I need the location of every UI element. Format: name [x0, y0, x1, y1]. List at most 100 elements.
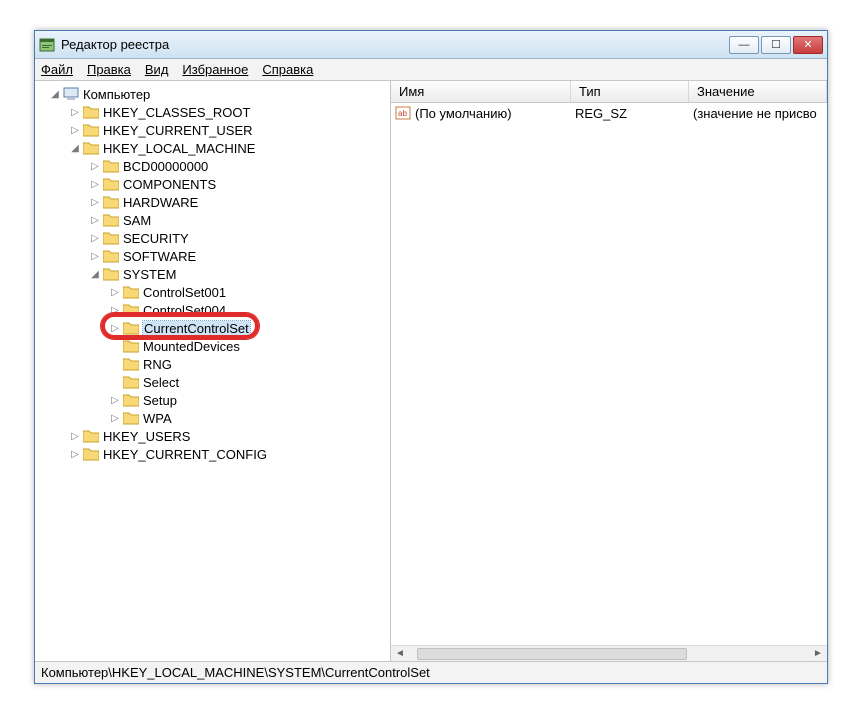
menubar: Файл Правка Вид Избранное Справка	[35, 59, 827, 81]
collapse-icon[interactable]: ◢	[89, 268, 101, 280]
tree-root-label: Компьютер	[83, 87, 150, 102]
tree-item-hkcr[interactable]: ▷ HKEY_CLASSES_ROOT	[37, 103, 388, 121]
minimize-button[interactable]: —	[729, 36, 759, 54]
horizontal-scrollbar[interactable]: ◄ ►	[391, 645, 827, 661]
collapse-icon[interactable]: ◢	[69, 142, 81, 154]
expand-icon[interactable]	[109, 358, 121, 370]
folder-icon	[83, 105, 99, 119]
tree-item-hardware[interactable]: ▷ HARDWARE	[37, 193, 388, 211]
menu-view[interactable]: Вид	[145, 62, 169, 77]
menu-edit[interactable]: Правка	[87, 62, 131, 77]
expand-icon[interactable]: ▷	[69, 448, 81, 460]
tree-root[interactable]: ◢ Компьютер	[37, 85, 388, 103]
folder-icon	[123, 357, 139, 371]
tree-item-bcd[interactable]: ▷ BCD00000000	[37, 157, 388, 175]
tree-item-currentcontrolset[interactable]: ▷ CurrentControlSet	[37, 319, 388, 337]
folder-icon	[83, 447, 99, 461]
expand-icon[interactable]: ▷	[89, 214, 101, 226]
close-button[interactable]: ✕	[793, 36, 823, 54]
computer-icon	[63, 87, 79, 101]
window-controls: — ☐ ✕	[729, 36, 823, 54]
tree-item-components[interactable]: ▷ COMPONENTS	[37, 175, 388, 193]
folder-icon	[123, 411, 139, 425]
tree-label: HKEY_USERS	[103, 429, 190, 444]
column-value[interactable]: Значение	[689, 81, 827, 102]
expand-icon[interactable]	[109, 340, 121, 352]
folder-icon	[123, 285, 139, 299]
string-value-icon: ab	[395, 105, 411, 121]
tree-label: SYSTEM	[123, 267, 176, 282]
folder-icon	[103, 177, 119, 191]
maximize-button[interactable]: ☐	[761, 36, 791, 54]
expand-icon[interactable]: ▷	[109, 304, 121, 316]
collapse-icon[interactable]: ◢	[49, 88, 61, 100]
tree-label: Select	[143, 375, 179, 390]
expand-icon[interactable]: ▷	[109, 286, 121, 298]
expand-icon[interactable]: ▷	[109, 322, 121, 334]
tree-item-hklm[interactable]: ◢ HKEY_LOCAL_MACHINE	[37, 139, 388, 157]
tree-item-mounteddevices[interactable]: MountedDevices	[37, 337, 388, 355]
values-pane: Имя Тип Значение ab (По умолчанию) REG_S…	[391, 81, 827, 661]
tree-item-hkcc[interactable]: ▷ HKEY_CURRENT_CONFIG	[37, 445, 388, 463]
column-name[interactable]: Имя	[391, 81, 571, 102]
tree-label-selected: CurrentControlSet	[143, 321, 250, 336]
app-icon	[39, 37, 55, 53]
tree-item-hkcu[interactable]: ▷ HKEY_CURRENT_USER	[37, 121, 388, 139]
expand-icon[interactable]: ▷	[89, 160, 101, 172]
folder-icon	[83, 123, 99, 137]
folder-icon	[123, 321, 139, 335]
expand-icon[interactable]: ▷	[89, 250, 101, 262]
statusbar: Компьютер\HKEY_LOCAL_MACHINE\SYSTEM\Curr…	[35, 661, 827, 683]
expand-icon[interactable]	[109, 376, 121, 388]
tree-item-cs004[interactable]: ▷ ControlSet004	[37, 301, 388, 319]
tree-item-select[interactable]: Select	[37, 373, 388, 391]
expand-icon[interactable]: ▷	[69, 106, 81, 118]
menu-help[interactable]: Справка	[262, 62, 313, 77]
tree-label: RNG	[143, 357, 172, 372]
expand-icon[interactable]: ▷	[89, 196, 101, 208]
expand-icon[interactable]: ▷	[69, 430, 81, 442]
expand-icon[interactable]: ▷	[89, 232, 101, 244]
tree-item-sam[interactable]: ▷ SAM	[37, 211, 388, 229]
menu-file[interactable]: Файл	[41, 62, 73, 77]
expand-icon[interactable]: ▷	[109, 394, 121, 406]
tree-item-cs001[interactable]: ▷ ControlSet001	[37, 283, 388, 301]
expand-icon[interactable]: ▷	[109, 412, 121, 424]
menu-favorites[interactable]: Избранное	[182, 62, 248, 77]
scroll-left-icon[interactable]: ◄	[393, 647, 407, 661]
value-data: (значение не присво	[689, 106, 827, 121]
tree-item-setup[interactable]: ▷ Setup	[37, 391, 388, 409]
tree-label: HKEY_CURRENT_CONFIG	[103, 447, 267, 462]
tree-label: Setup	[143, 393, 177, 408]
titlebar[interactable]: Редактор реестра — ☐ ✕	[35, 31, 827, 59]
tree-label: BCD00000000	[123, 159, 208, 174]
statusbar-path: Компьютер\HKEY_LOCAL_MACHINE\SYSTEM\Curr…	[41, 665, 430, 680]
tree-item-software[interactable]: ▷ SOFTWARE	[37, 247, 388, 265]
expand-icon[interactable]: ▷	[89, 178, 101, 190]
folder-icon	[123, 375, 139, 389]
folder-icon	[103, 213, 119, 227]
tree-label: MountedDevices	[143, 339, 240, 354]
tree-item-hku[interactable]: ▷ HKEY_USERS	[37, 427, 388, 445]
tree-label: ControlSet004	[143, 303, 226, 318]
tree-label: HKEY_CLASSES_ROOT	[103, 105, 250, 120]
value-name: (По умолчанию)	[415, 106, 571, 121]
folder-icon	[103, 159, 119, 173]
expand-icon[interactable]: ▷	[69, 124, 81, 136]
value-row[interactable]: ab (По умолчанию) REG_SZ (значение не пр…	[391, 103, 827, 123]
tree-item-rng[interactable]: RNG	[37, 355, 388, 373]
values-header: Имя Тип Значение	[391, 81, 827, 103]
tree-label: HKEY_LOCAL_MACHINE	[103, 141, 255, 156]
values-list[interactable]: ab (По умолчанию) REG_SZ (значение не пр…	[391, 103, 827, 645]
scroll-thumb[interactable]	[417, 648, 687, 660]
tree-label: ControlSet001	[143, 285, 226, 300]
folder-icon	[123, 339, 139, 353]
scroll-right-icon[interactable]: ►	[811, 647, 825, 661]
tree-item-system[interactable]: ◢ SYSTEM	[37, 265, 388, 283]
tree-label: SAM	[123, 213, 151, 228]
tree-item-wpa[interactable]: ▷ WPA	[37, 409, 388, 427]
tree-item-security[interactable]: ▷ SECURITY	[37, 229, 388, 247]
column-type[interactable]: Тип	[571, 81, 689, 102]
folder-icon	[83, 141, 99, 155]
tree-pane[interactable]: ◢ Компьютер ▷ HKEY_CLASSES_ROOT ▷ HKEY_C…	[35, 81, 391, 661]
